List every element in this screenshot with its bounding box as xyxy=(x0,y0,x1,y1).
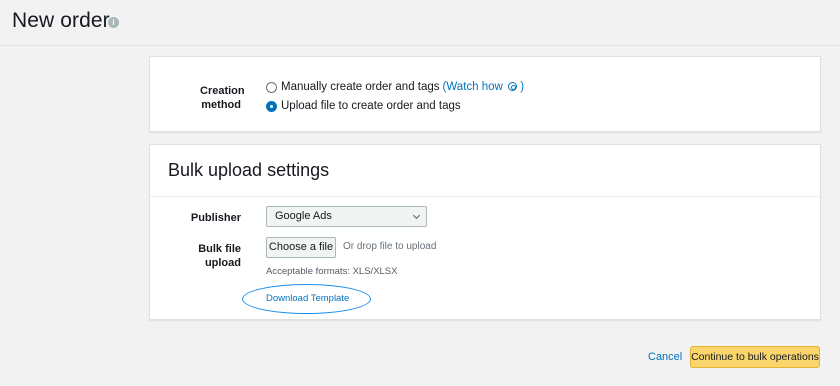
radio-manual[interactable] xyxy=(266,81,277,93)
creation-method-label-line1: Creation xyxy=(200,85,245,97)
creation-method-label: Creation method xyxy=(200,84,245,112)
watch-how-close: ) xyxy=(520,81,525,93)
watch-how-link[interactable]: (Watch how ) xyxy=(443,81,525,93)
drop-file-text: Or drop file to upload xyxy=(343,241,437,252)
bulk-upload-panel: Bulk upload settings Publisher Google Ad… xyxy=(149,144,822,320)
page-title: New order xyxy=(12,9,110,32)
chevron-down-icon xyxy=(412,211,421,220)
bulk-upload-title: Bulk upload settings xyxy=(168,160,330,180)
info-icon[interactable]: i xyxy=(108,17,119,28)
radio-manual-row[interactable]: Manually create order and tags (Watch ho… xyxy=(266,81,524,93)
publisher-select[interactable]: Google Ads xyxy=(266,206,427,227)
radio-upload[interactable] xyxy=(266,100,277,112)
page-header: New order i xyxy=(0,0,840,46)
choose-file-button[interactable]: Choose a file xyxy=(266,237,336,258)
bulk-file-upload-label: Bulk file upload xyxy=(198,243,241,269)
watch-how-text[interactable]: (Watch how xyxy=(443,81,503,93)
acceptable-formats-text: Acceptable formats: XLS/XLSX xyxy=(266,266,398,277)
radio-manual-label[interactable]: Manually create order and tags xyxy=(281,81,440,93)
highlight-ellipse xyxy=(242,284,371,314)
radio-upload-row[interactable]: Upload file to create order and tags xyxy=(266,100,461,112)
continue-button[interactable]: Continue to bulk operations xyxy=(690,346,820,368)
section-divider xyxy=(150,196,822,197)
play-icon[interactable] xyxy=(508,82,518,91)
publisher-label: Publisher xyxy=(190,212,241,224)
publisher-select-value: Google Ads xyxy=(275,210,332,222)
creation-method-label-line2: method xyxy=(201,99,241,111)
radio-upload-label[interactable]: Upload file to create order and tags xyxy=(281,100,461,112)
cancel-button[interactable]: Cancel xyxy=(648,351,682,363)
creation-method-panel: Creation method Manually create order an… xyxy=(149,56,821,132)
